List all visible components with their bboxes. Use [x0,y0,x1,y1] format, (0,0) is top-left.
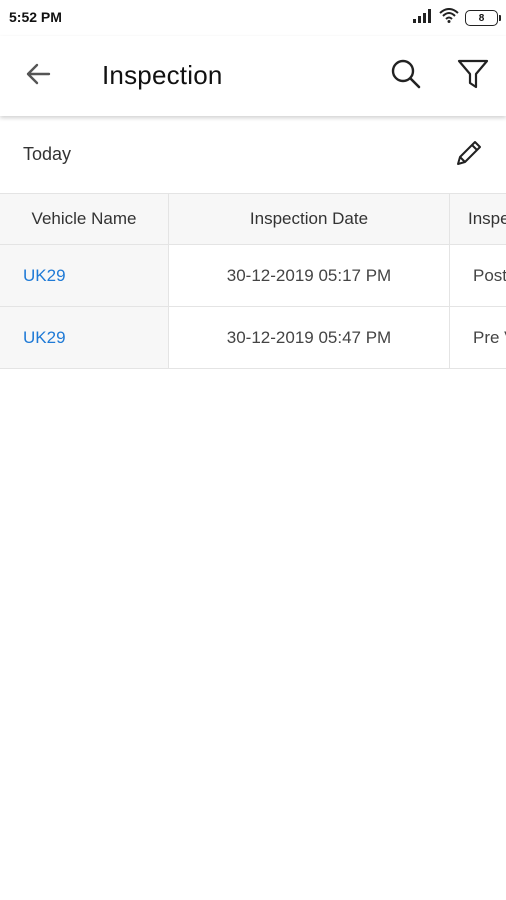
signal-icon [413,8,433,28]
vehicle-name-cell: UK29 [0,245,169,306]
wifi-icon [439,8,459,28]
search-button[interactable] [385,55,427,97]
vehicle-link[interactable]: UK29 [23,266,66,286]
filter-button[interactable] [452,55,494,97]
section-header: Today [0,120,506,190]
column-header-inspection-type: Inspe [468,209,506,228]
app-bar: Inspection [0,36,506,116]
inspection-table: Vehicle Name Inspection Date Inspe UK29 … [0,193,506,369]
inspection-date-cell: 30-12-2019 05:47 PM [169,307,450,368]
table-row[interactable]: UK29 30-12-2019 05:17 PM Post [0,245,506,307]
back-button[interactable] [18,56,58,96]
section-label-today: Today [23,144,72,164]
arrow-left-icon [25,62,51,91]
battery-level: 8 [478,12,485,24]
search-icon [390,58,422,95]
column-header-vehicle-name: Vehicle Name [0,194,169,244]
vehicle-name-cell: UK29 [0,307,169,368]
status-bar: 5:52 PM 8 [0,0,506,36]
inspection-type-cell: Pre V [473,327,506,347]
filter-icon [457,58,489,95]
status-time: 5:52 PM [9,9,62,25]
table-header-row: Vehicle Name Inspection Date Inspe [0,194,506,245]
column-header-inspection-date: Inspection Date [169,194,450,244]
battery-icon: 8 [465,10,501,26]
inspection-date-cell: 30-12-2019 05:17 PM [169,245,450,306]
table-row[interactable]: UK29 30-12-2019 05:47 PM Pre V [0,307,506,369]
edit-button[interactable] [448,134,490,176]
pencil-icon [453,137,485,174]
vehicle-link[interactable]: UK29 [23,328,66,348]
inspection-type-cell: Post [473,265,506,285]
status-icons: 8 [413,8,501,28]
page-title: Inspection [102,60,223,90]
